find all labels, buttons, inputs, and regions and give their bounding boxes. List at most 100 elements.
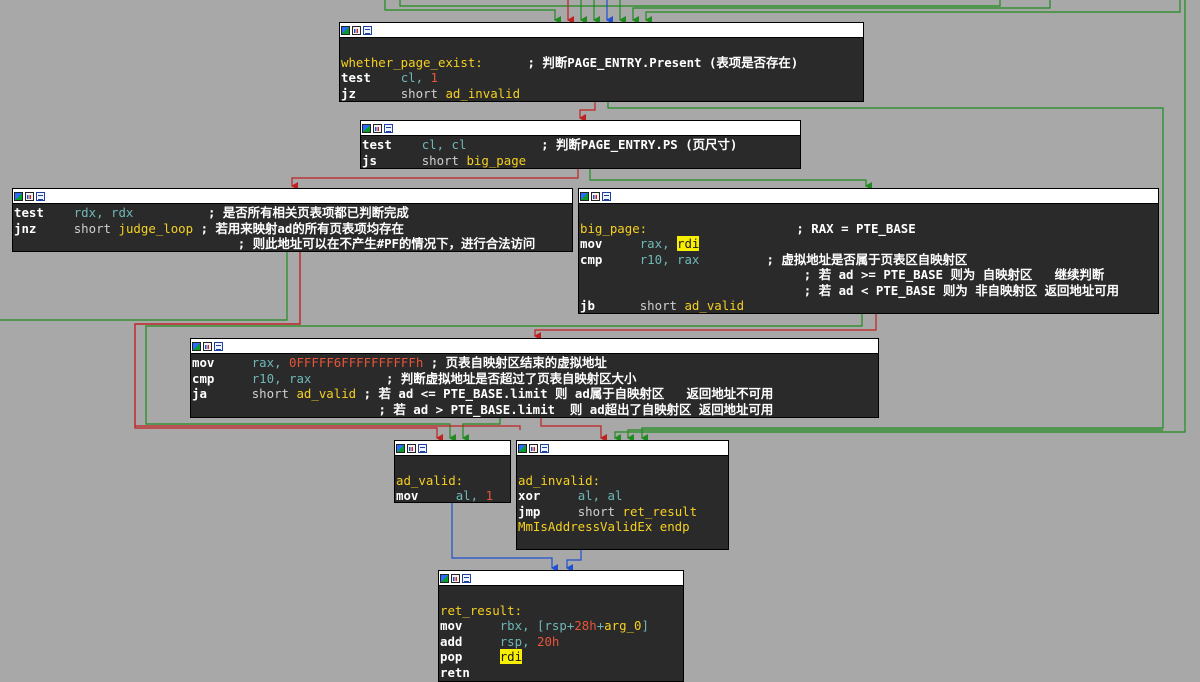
node-header <box>439 571 683 586</box>
color-icon[interactable] <box>440 573 449 583</box>
node-big-page[interactable]: big_page: ; RAX = PTE_BASE mov rax, rdi … <box>578 188 1159 314</box>
mnemonic: jb <box>580 298 595 313</box>
label[interactable]: whether_page_exist: <box>341 55 483 70</box>
graph-icon[interactable] <box>25 191 34 201</box>
graph-icon[interactable] <box>203 341 212 351</box>
code-line[interactable]: jz short ad_invalid <box>341 86 862 102</box>
graph-icon[interactable] <box>451 573 460 583</box>
text-icon[interactable] <box>418 443 427 453</box>
operand[interactable]: rax, <box>252 355 282 370</box>
code-line[interactable]: ad_invalid: <box>518 473 727 489</box>
stack-var[interactable]: arg_0 <box>604 618 641 633</box>
jump-target[interactable]: big_page <box>466 153 526 168</box>
node-ad-valid[interactable]: ad_valid: mov al, 1 <box>394 440 511 503</box>
operand[interactable]: r10, rax <box>640 252 700 267</box>
label[interactable]: big_page: <box>580 221 647 236</box>
code-line[interactable]: cmp r10, rax ; 虚拟地址是否属于页表区自映射区 <box>580 252 1157 268</box>
jump-target[interactable]: ad_valid <box>296 386 356 401</box>
operand[interactable]: r10, rax <box>252 371 312 386</box>
highlighted-register[interactable]: rdi <box>499 649 523 664</box>
edge-in-9 <box>645 0 1181 24</box>
code-line[interactable]: mov rax, rdi <box>580 236 1157 252</box>
node-ret-result[interactable]: ret_result: mov rbx, [rsp+28h+arg_0] add… <box>438 570 684 682</box>
graph-icon[interactable] <box>591 191 600 201</box>
node-judge-loop[interactable]: test rdx, rdx ; 是否所有相关页表项都已判断完成 jnz shor… <box>12 188 573 252</box>
mnemonic: retn <box>440 664 470 680</box>
code-line[interactable]: mov rax, 0FFFFF6FFFFFFFFFFh ; 页表自映射区结束的虚… <box>192 355 877 371</box>
operand[interactable]: cl, cl <box>422 137 467 152</box>
label[interactable]: ad_invalid: <box>518 473 600 488</box>
code-line[interactable]: retn <box>440 665 682 681</box>
code-line[interactable]: jnz short judge_loop ; 若用来映射ad的所有页表项均存在 <box>14 221 571 237</box>
graph-icon[interactable] <box>352 25 361 35</box>
code-line[interactable]: cmp r10, rax ; 判断虚拟地址是否超过了页表自映射区大小 <box>192 371 877 387</box>
code-line[interactable]: js short big_page <box>362 153 799 169</box>
code-line[interactable]: test cl, cl ; 判断PAGE_ENTRY.PS (页尺寸) <box>362 137 799 153</box>
code-line[interactable]: ret_result: <box>440 603 682 619</box>
graph-icon[interactable] <box>529 443 538 453</box>
comment: ; 是否所有相关页表项都已判断完成 <box>207 205 409 220</box>
color-icon[interactable] <box>192 341 201 351</box>
code-line[interactable]: add rsp, 20h <box>440 634 682 650</box>
operand[interactable]: al, al <box>578 488 623 503</box>
jump-target[interactable]: ad_valid <box>684 298 744 313</box>
jump-target[interactable]: ret_result <box>622 504 697 519</box>
color-icon[interactable] <box>580 191 589 201</box>
code-line[interactable]: mov rbx, [rsp+28h+arg_0] <box>440 618 682 634</box>
comment: ; 虚拟地址是否属于页表区自映射区 <box>766 251 968 267</box>
highlighted-register[interactable]: rdi <box>677 236 700 251</box>
code-line[interactable]: big_page: ; RAX = PTE_BASE <box>580 221 1157 237</box>
code-line[interactable]: test rdx, rdx ; 是否所有相关页表项都已判断完成 <box>14 205 571 221</box>
node-whether-page-exist[interactable]: whether_page_exist: ; 判断PAGE_ENTRY.Prese… <box>339 22 864 102</box>
text-icon[interactable] <box>363 25 372 35</box>
node-ad-invalid[interactable]: ad_invalid: xor al, al jmp short ret_res… <box>516 440 729 550</box>
code-line[interactable]: ad_valid: <box>396 473 509 489</box>
color-icon[interactable] <box>362 123 371 133</box>
code-line[interactable]: ja short ad_valid ; 若 ad <= PTE_BASE.lim… <box>192 386 877 402</box>
code-line[interactable]: ; 若 ad >= PTE_BASE 则为 自映射区 继续判断 <box>580 267 1157 283</box>
jump-target[interactable]: judge_loop <box>118 221 193 236</box>
node-header <box>517 441 728 456</box>
node-test-ps[interactable]: test cl, cl ; 判断PAGE_ENTRY.PS (页尺寸) js s… <box>360 120 801 169</box>
code-line[interactable]: jb short ad_valid <box>580 298 1157 314</box>
node-header <box>191 339 878 354</box>
code-line[interactable]: pop rdi <box>440 649 682 665</box>
code-line[interactable]: MmIsAddressValidEx endp <box>518 519 727 535</box>
operand[interactable]: al, <box>456 488 478 503</box>
color-icon[interactable] <box>396 443 405 453</box>
text-icon[interactable] <box>384 123 393 133</box>
operand[interactable]: cl, <box>401 70 423 85</box>
text-icon[interactable] <box>602 191 611 201</box>
text-icon[interactable] <box>462 573 471 583</box>
label[interactable]: ad_valid: <box>396 473 463 488</box>
node-limit-check[interactable]: mov rax, 0FFFFF6FFFFFFFFFFh ; 页表自映射区结束的虚… <box>190 338 879 418</box>
code-line[interactable]: ; 若 ad > PTE_BASE.limit 则 ad超出了自映射区 返回地址… <box>192 402 877 418</box>
graph-icon[interactable] <box>407 443 416 453</box>
color-icon[interactable] <box>518 443 527 453</box>
keyword: short <box>73 220 112 236</box>
code-line[interactable]: whether_page_exist: ; 判断PAGE_ENTRY.Prese… <box>341 55 862 71</box>
text-icon[interactable] <box>540 443 549 453</box>
comment: ; 若用来映射ad的所有页表项均存在 <box>200 220 404 236</box>
text-icon[interactable] <box>214 341 223 351</box>
jump-target[interactable]: ad_invalid <box>445 86 520 101</box>
operand[interactable]: rbx, [rsp+ <box>500 618 575 633</box>
comment: ; 若 ad < PTE_BASE 则为 非自映射区 返回地址可用 <box>803 282 1120 298</box>
code-line[interactable]: jmp short ret_result <box>518 504 727 520</box>
graph-icon[interactable] <box>373 123 382 133</box>
operand[interactable]: rsp, <box>500 634 530 649</box>
code-line[interactable]: test cl, 1 <box>341 70 862 86</box>
operand[interactable]: rdx, rdx <box>74 205 134 220</box>
mnemonic: cmp <box>580 251 603 267</box>
keyword: short <box>421 152 459 168</box>
text-icon[interactable] <box>36 191 45 201</box>
color-icon[interactable] <box>341 25 350 35</box>
code-line[interactable]: mov al, 1 <box>396 488 509 504</box>
color-icon[interactable] <box>14 191 23 201</box>
code-line[interactable]: xor al, al <box>518 488 727 504</box>
label[interactable]: ret_result: <box>440 603 522 618</box>
operand[interactable]: rax, <box>640 236 670 251</box>
code-line[interactable]: ; 则此地址可以在不产生#PF的情况下，进行合法访问 <box>14 236 571 252</box>
code-line[interactable]: ; 若 ad < PTE_BASE 则为 非自映射区 返回地址可用 <box>580 283 1157 299</box>
